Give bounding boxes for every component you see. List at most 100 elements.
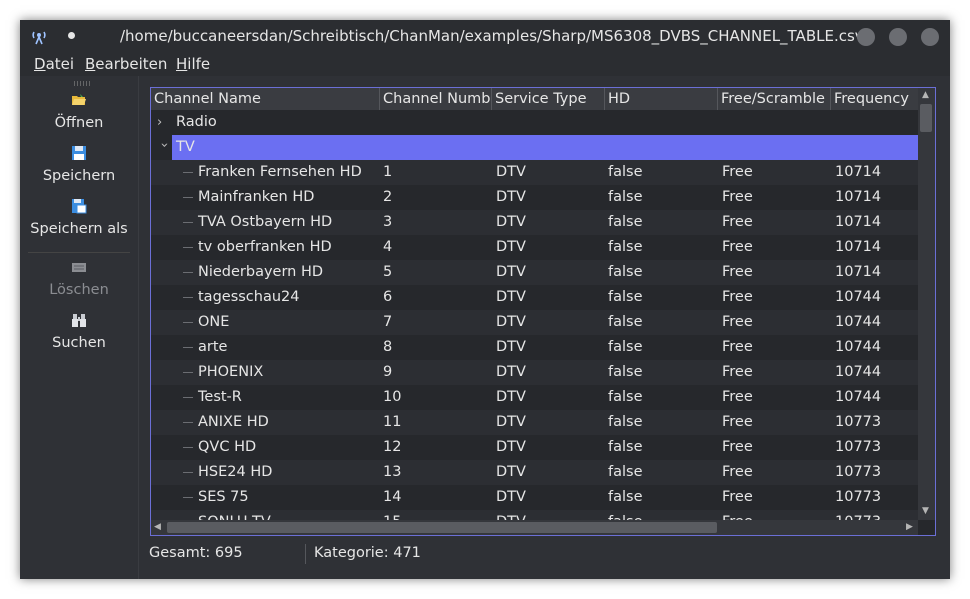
search-label: Suchen (52, 335, 106, 351)
tree-branch (183, 197, 193, 198)
cell-frequency: 10744 (835, 289, 882, 305)
save-button[interactable]: Speichern (20, 145, 138, 184)
cell-channel-number: 5 (383, 264, 393, 280)
horizontal-scroll-thumb[interactable] (167, 522, 717, 533)
main-window: /home/buccaneersdan/Schreibtisch/ChanMan… (20, 20, 950, 579)
table-row[interactable]: Niederbayern HD 5 DTV false Free 10714 (151, 260, 918, 285)
cell-frequency: 10714 (835, 264, 882, 280)
column-header-channel-number[interactable]: Channel Number (380, 88, 492, 110)
column-header-free-scramble[interactable]: Free/Scramble (718, 88, 831, 110)
cell-frequency: 10744 (835, 314, 882, 330)
cell-hd: false (608, 214, 643, 230)
table-row[interactable]: arte 8 DTV false Free 10744 (151, 335, 918, 360)
scroll-up-icon[interactable]: ▲ (922, 90, 929, 100)
minimize-button[interactable] (857, 28, 875, 46)
cell-service-type: DTV (496, 439, 526, 455)
table-row[interactable]: SES 75 14 DTV false Free 10773 (151, 485, 918, 510)
search-button[interactable]: Suchen (20, 312, 138, 351)
binoculars-icon (72, 314, 86, 327)
cell-frequency: 10744 (835, 364, 882, 380)
cell-hd: false (608, 314, 643, 330)
chevron-right-icon[interactable]: › (157, 110, 167, 135)
cell-free-scramble: Free (722, 164, 753, 180)
cell-channel-name: TVA Ostbayern HD (198, 214, 333, 230)
cell-frequency: 10714 (835, 164, 882, 180)
group-row-tv[interactable]: › TV (151, 135, 918, 160)
vertical-scroll-thumb[interactable] (920, 104, 932, 132)
cell-service-type: DTV (496, 364, 526, 380)
column-header-service-type[interactable]: Service Type (492, 88, 605, 110)
table-row[interactable]: tagesschau24 6 DTV false Free 10744 (151, 285, 918, 310)
cell-channel-number: 10 (383, 389, 402, 405)
cell-hd: false (608, 439, 643, 455)
save-as-icon (72, 199, 87, 214)
vertical-scrollbar[interactable]: ▲ ▼ (918, 88, 935, 520)
status-bar: Gesamt: 695 Kategorie: 471 (138, 539, 950, 569)
table-row[interactable]: HSE24 HD 13 DTV false Free 10773 (151, 460, 918, 485)
cell-channel-number: 9 (383, 364, 393, 380)
open-label: Öffnen (54, 115, 104, 131)
table-row[interactable]: ONE 7 DTV false Free 10744 (151, 310, 918, 335)
cell-service-type: DTV (496, 164, 526, 180)
close-button[interactable] (921, 28, 939, 46)
scroll-right-icon[interactable]: ▶ (906, 522, 913, 532)
cell-hd: false (608, 389, 643, 405)
scroll-down-icon[interactable]: ▼ (922, 506, 929, 516)
group-label: TV (176, 139, 195, 155)
status-total: Gesamt: 695 (149, 545, 243, 561)
tree-branch (183, 472, 193, 473)
column-header-frequency[interactable]: Frequency (831, 88, 918, 110)
cell-channel-name: QVC HD (198, 439, 257, 455)
table-row[interactable]: tv oberfranken HD 4 DTV false Free 10714 (151, 235, 918, 260)
column-header-channel-name[interactable]: Channel Name (151, 88, 380, 110)
table-row[interactable]: ANIXE HD 11 DTV false Free 10773 (151, 410, 918, 435)
menu-hilfe[interactable]: Hilfe (176, 55, 210, 73)
cell-channel-name: ONE (198, 314, 230, 330)
pin-icon[interactable] (68, 32, 75, 39)
table-row[interactable]: PHOENIX 9 DTV false Free 10744 (151, 360, 918, 385)
cell-service-type: DTV (496, 414, 526, 430)
cell-channel-name: arte (198, 339, 228, 355)
cell-service-type: DTV (496, 339, 526, 355)
channel-table[interactable]: Channel Name Channel Number Service Type… (150, 87, 936, 536)
column-header-hd[interactable]: HD (605, 88, 718, 110)
horizontal-scrollbar[interactable]: ◀ ▶ (151, 520, 918, 535)
toolbar-grip[interactable] (74, 81, 92, 86)
cell-hd: false (608, 189, 643, 205)
cell-channel-number: 8 (383, 339, 393, 355)
table-row[interactable]: Mainfranken HD 2 DTV false Free 10714 (151, 185, 918, 210)
cell-channel-number: 1 (383, 164, 393, 180)
cell-hd: false (608, 164, 643, 180)
table-row[interactable]: Franken Fernsehen HD 1 DTV false Free 10714 (151, 160, 918, 185)
tree-branch (183, 222, 193, 223)
window-title: /home/buccaneersdan/Schreibtisch/ChanMan… (120, 27, 864, 45)
tree-branch (183, 322, 193, 323)
tree-branch (183, 297, 193, 298)
satellite-dish-icon[interactable] (30, 27, 48, 45)
save-as-button[interactable]: Speichern als (20, 198, 138, 237)
cell-channel-name: SES 75 (198, 489, 249, 505)
tree-branch (183, 497, 193, 498)
toolbar-separator (28, 252, 130, 253)
table-row[interactable]: SONLU TV 15 DTV false Free 10773 (151, 510, 918, 520)
open-button[interactable]: Öffnen (20, 92, 138, 131)
cell-free-scramble: Free (722, 414, 753, 430)
cell-hd: false (608, 239, 643, 255)
table-row[interactable]: Test-R 10 DTV false Free 10744 (151, 385, 918, 410)
cell-channel-number: 7 (383, 314, 393, 330)
scroll-left-icon[interactable]: ◀ (154, 522, 161, 532)
menu-datei[interactable]: Datei (34, 55, 74, 73)
group-row-radio[interactable]: › Radio (151, 110, 918, 135)
table-row[interactable]: QVC HD 12 DTV false Free 10773 (151, 435, 918, 460)
maximize-button[interactable] (889, 28, 907, 46)
folder-open-icon (72, 94, 86, 105)
delete-button[interactable]: Löschen (20, 259, 138, 298)
tree-branch (183, 172, 193, 173)
cell-frequency: 10744 (835, 339, 882, 355)
cell-channel-name: Niederbayern HD (198, 264, 324, 280)
floppy-disk-icon (72, 146, 86, 160)
menu-bearbeiten[interactable]: Bearbeiten (85, 55, 167, 73)
cell-channel-number: 4 (383, 239, 393, 255)
table-row[interactable]: TVA Ostbayern HD 3 DTV false Free 10714 (151, 210, 918, 235)
chevron-down-icon[interactable]: › (152, 143, 177, 153)
